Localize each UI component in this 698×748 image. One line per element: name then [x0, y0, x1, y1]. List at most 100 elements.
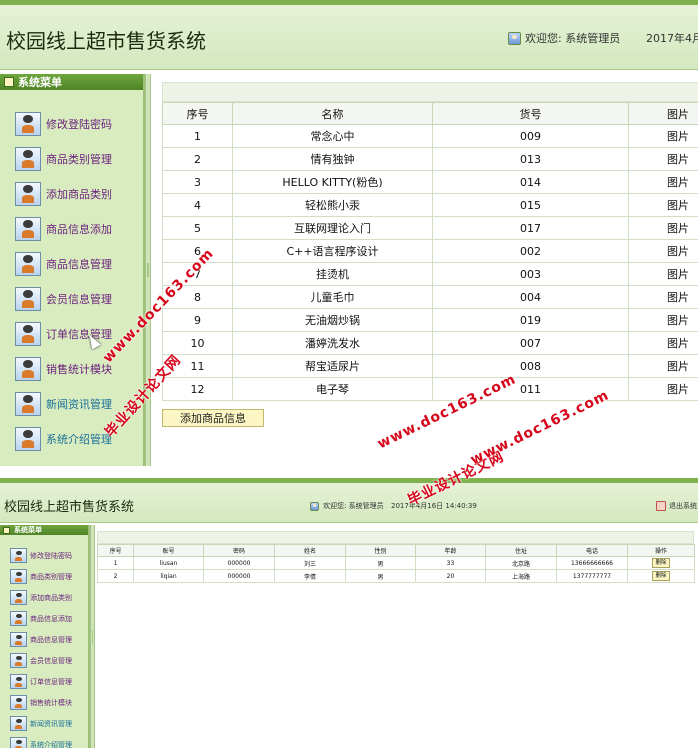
sidebar-menu-label: 添加商品类别: [46, 187, 112, 201]
sidebar-menu-label: 会员信息管理: [46, 292, 112, 306]
header: 校园线上超市售货系统 欢迎您: 系统管理员 2017年4月16日 14:40:3…: [0, 483, 698, 523]
table-cell: 男: [345, 569, 416, 583]
sidebar-menu-item-1[interactable]: 修改登陆密码: [0, 545, 88, 566]
table-toolbar: [97, 531, 694, 544]
table-cell: 000000: [203, 556, 275, 570]
table-toolbar: [162, 82, 698, 102]
sidebar-menu-item-6[interactable]: 会员信息管理: [0, 281, 143, 316]
user-greeting: 欢迎您: 系统管理员: [310, 501, 384, 511]
table-cell: 图片: [628, 124, 698, 148]
user-profile-icon: [10, 611, 27, 626]
table-cell: 常念心中: [232, 124, 433, 148]
add-product-button[interactable]: 添加商品信息: [162, 409, 264, 427]
table-cell: 图片: [628, 239, 698, 263]
user-profile-icon: [10, 548, 27, 563]
sidebar-splitter[interactable]: [145, 74, 151, 466]
table-cell: 013: [432, 147, 629, 171]
table-cell: liqian: [133, 569, 204, 583]
user-profile-icon: [15, 391, 41, 416]
sidebar-menu-item-7[interactable]: 订单信息管理: [0, 671, 88, 692]
sidebar-menu-label: 商品信息管理: [46, 257, 112, 271]
sidebar-menu-item-4[interactable]: 商品信息添加: [0, 608, 88, 629]
sidebar-menu-item-3[interactable]: 添加商品类别: [0, 587, 88, 608]
table-row: 2 情有独钟 013 图片: [162, 147, 698, 171]
sidebar-menu-item-9[interactable]: 新闻资讯管理: [0, 713, 88, 734]
user-profile-icon: [15, 356, 41, 381]
table-cell: 014: [432, 170, 629, 194]
sidebar-splitter[interactable]: [90, 525, 95, 748]
datetime: 2017年4月16日 14:40:39: [391, 502, 477, 510]
table-cell: 情有独钟: [232, 147, 433, 171]
user-profile-icon: [10, 590, 27, 605]
table-row: 8 儿童毛巾 004 图片: [162, 285, 698, 309]
system-title: 校园线上超市售货系统: [6, 29, 206, 53]
column-header: 货号: [432, 102, 629, 125]
member-table: 序号 账号 密码 姓名 性别 年龄 住址 电话 操作 1 liusan 000000 刘三男 33 北京路…: [97, 544, 695, 583]
table-cell: 007: [432, 331, 629, 355]
sidebar-menu-item-1[interactable]: 修改登陆密码: [0, 106, 143, 141]
user-profile-icon: [10, 716, 27, 731]
user-profile-icon: [15, 251, 41, 276]
sidebar-menu-label: 添加商品类别: [30, 593, 72, 602]
column-header: 密码: [203, 544, 275, 557]
table-cell: 图片: [628, 193, 698, 217]
delete-button[interactable]: 删除: [652, 558, 670, 568]
table-cell: 男: [345, 556, 416, 570]
logout-button[interactable]: 退出系统: [656, 501, 697, 511]
sidebar-menu-label: 订单信息管理: [46, 327, 112, 341]
sidebar-menu-label: 修改登陆密码: [30, 551, 72, 560]
sidebar-menu-label: 会员信息管理: [30, 656, 72, 665]
table-cell: 图片: [628, 170, 698, 194]
table-row: 11 帮宝适尿片 008 图片: [162, 354, 698, 378]
sidebar-menu-item-3[interactable]: 添加商品类别: [0, 176, 143, 211]
delete-button[interactable]: 删除: [652, 571, 670, 581]
sidebar-menu-item-5[interactable]: 商品信息管理: [0, 629, 88, 650]
user-profile-icon: [10, 632, 27, 647]
sidebar-menu-item-2[interactable]: 商品类别管理: [0, 141, 143, 176]
table-row: 3 HELLO KITTY(粉色) 014 图片: [162, 170, 698, 194]
table-cell: 儿童毛巾: [232, 285, 433, 309]
sidebar-menu-label: 商品信息添加: [30, 614, 72, 623]
table-cell: C++语言程序设计: [232, 239, 433, 263]
column-header: 序号: [97, 544, 134, 557]
sidebar-menu-item-4[interactable]: 商品信息添加: [0, 211, 143, 246]
table-cell: 10: [162, 331, 233, 355]
table-cell: 北京路: [485, 556, 557, 570]
table-cell: HELLO KITTY(粉色): [232, 170, 433, 194]
main-content: 序号 账号 密码 姓名 性别 年龄 住址 电话 操作 1 liusan 000000 刘三男 33 北京路…: [97, 531, 695, 748]
menu-title-text: 系统菜单: [18, 76, 62, 89]
table-cell: 2: [162, 147, 233, 171]
table-cell: 3: [162, 170, 233, 194]
user-profile-icon: [15, 286, 41, 311]
column-header: 序号: [162, 102, 233, 125]
table-cell: 图片: [628, 147, 698, 171]
table-cell: liusan: [133, 556, 204, 570]
table-cell: 图片: [628, 331, 698, 355]
user-profile-icon: [15, 426, 41, 451]
sidebar-menu-item-2[interactable]: 商品类别管理: [0, 566, 88, 587]
user-profile-icon: [10, 569, 27, 584]
column-header: 名称: [232, 102, 433, 125]
table-cell: 13666666666: [556, 556, 628, 570]
product-table: 序号 名称 货号 图片 1 常念心中 009 图片 2 情有独钟 013 图片 3 HELLO KITT…: [162, 102, 698, 401]
menu-title-icon: [4, 77, 14, 87]
column-header: 账号: [133, 544, 204, 557]
table-cell: 019: [432, 308, 629, 332]
table-cell: 9: [162, 308, 233, 332]
sidebar-menu-item-5[interactable]: 商品信息管理: [0, 246, 143, 281]
sidebar-menu-item-8[interactable]: 销售统计模块: [0, 351, 143, 386]
table-cell: 12: [162, 377, 233, 401]
sidebar-menu-item-10[interactable]: 系统介绍管理: [0, 734, 88, 748]
table-cell: 图片: [628, 262, 698, 286]
sidebar-menu: 系统菜单 修改登陆密码 商品类别管理 添加商品类别 商品信息添加 商品信息管理 会员信息管…: [0, 525, 90, 748]
table-cell: 互联网理论入门: [232, 216, 433, 240]
table-cell: 图片: [628, 377, 698, 401]
sidebar-menu-label: 销售统计模块: [30, 698, 72, 707]
sidebar-menu-item-6[interactable]: 会员信息管理: [0, 650, 88, 671]
sidebar-menu-item-8[interactable]: 销售统计模块: [0, 692, 88, 713]
user-profile-icon: [15, 181, 41, 206]
table-cell: 删除: [627, 556, 695, 570]
screenshot-panel-member-list: 校园线上超市售货系统 欢迎您: 系统管理员 2017年4月16日 14:40:3…: [0, 478, 698, 748]
sidebar-menu-label: 商品类别管理: [30, 572, 72, 581]
user-profile-icon: [10, 674, 27, 689]
